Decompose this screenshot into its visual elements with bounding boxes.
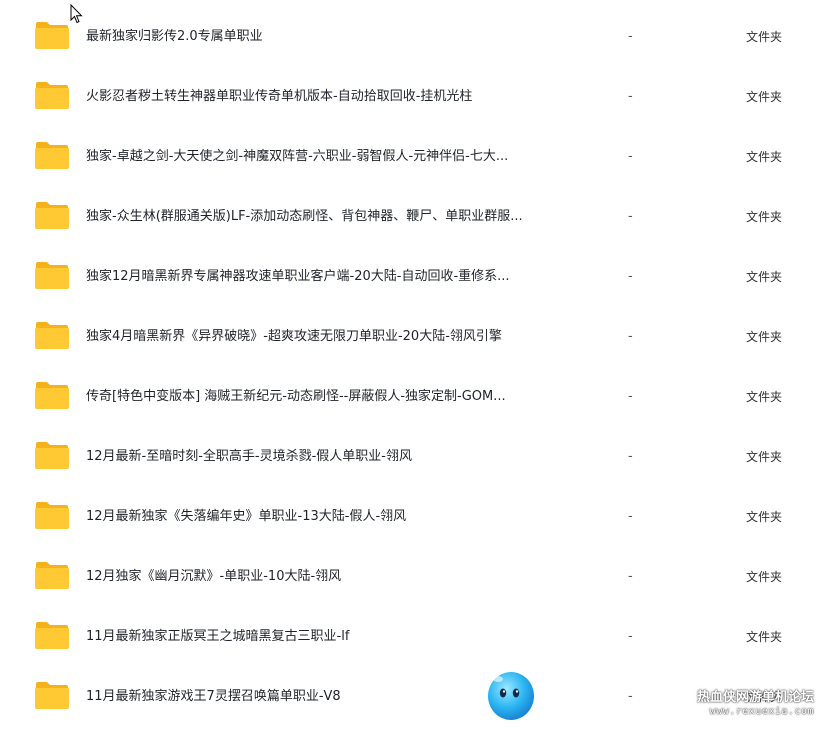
- table-row[interactable]: 11月最新独家正版冥王之城暗黑复古三职业-lf - 文件夹: [0, 608, 817, 668]
- file-name[interactable]: 独家-卓越之剑-大天使之剑-神魔双阵营-六职业-弱智假人-元神伴侣-七大...: [86, 148, 586, 166]
- file-type: 文件夹: [746, 270, 783, 284]
- table-row[interactable]: 最新独家归影传2.0专属单职业 - 文件夹: [0, 8, 817, 68]
- file-size: -: [628, 89, 633, 104]
- folder-icon: [35, 322, 69, 349]
- folder-icon: [35, 442, 69, 469]
- folder-icon: [35, 682, 69, 709]
- file-name[interactable]: 12月独家《幽月沉默》-单职业-10大陆-翎风: [86, 568, 586, 586]
- watermark: 热血侠网游单机论坛 www.rexuexia.com: [696, 690, 814, 718]
- mascot-icon: [483, 669, 539, 727]
- folder-icon: [35, 502, 69, 529]
- file-type: 文件夹: [746, 150, 783, 164]
- file-size: -: [628, 149, 633, 164]
- folder-icon: [35, 202, 69, 229]
- file-size: -: [628, 569, 633, 584]
- file-name[interactable]: 12月最新独家《失落编年史》单职业-13大陆-假人-翎风: [86, 508, 586, 526]
- folder-icon: [35, 142, 69, 169]
- table-row[interactable]: 独家-卓越之剑-大天使之剑-神魔双阵营-六职业-弱智假人-元神伴侣-七大... …: [0, 128, 817, 188]
- file-type: 文件夹: [746, 630, 783, 644]
- file-name[interactable]: 11月最新独家正版冥王之城暗黑复古三职业-lf: [86, 628, 586, 646]
- table-row[interactable]: 传奇[特色中变版本] 海贼王新纪元-动态刷怪--屏蔽假人-独家定制-GOM...…: [0, 368, 817, 428]
- file-size: -: [628, 29, 633, 44]
- file-type: 文件夹: [746, 30, 783, 44]
- file-size: -: [628, 329, 633, 344]
- file-size: -: [628, 629, 633, 644]
- file-type: 文件夹: [746, 210, 783, 224]
- table-row[interactable]: 独家12月暗黑新界专属神器攻速单职业客户端-20大陆-自动回收-重修系... -…: [0, 248, 817, 308]
- file-list: 最新独家归影传2.0专属单职业 - 文件夹 火影忍者秽土转生神器单职业传奇单机版…: [0, 8, 817, 728]
- file-size: -: [628, 269, 633, 284]
- table-row[interactable]: 12月最新独家《失落编年史》单职业-13大陆-假人-翎风 - 文件夹: [0, 488, 817, 548]
- file-size: -: [628, 449, 633, 464]
- table-row[interactable]: 独家-众生林(群服通关版)LF-添加动态刷怪、背包神器、鞭尸、单职业群服... …: [0, 188, 817, 248]
- file-size: -: [628, 509, 633, 524]
- folder-icon: [35, 562, 69, 589]
- file-name[interactable]: 独家4月暗黑新界《异界破晓》-超爽攻速无限刀单职业-20大陆-翎风引擎: [86, 328, 586, 346]
- file-name[interactable]: 最新独家归影传2.0专属单职业: [86, 28, 586, 46]
- folder-icon: [35, 382, 69, 409]
- file-name[interactable]: 传奇[特色中变版本] 海贼王新纪元-动态刷怪--屏蔽假人-独家定制-GOM...: [86, 388, 586, 406]
- table-row[interactable]: 11月最新独家游戏王7灵摆召唤篇单职业-V8 - 文件夹: [0, 668, 817, 728]
- file-size: -: [628, 209, 633, 224]
- mouse-pointer-icon: [70, 4, 83, 24]
- file-type: 文件夹: [746, 90, 783, 104]
- watermark-title: 热血侠网游单机论坛: [696, 690, 814, 705]
- folder-icon: [35, 22, 69, 49]
- file-name[interactable]: 独家12月暗黑新界专属神器攻速单职业客户端-20大陆-自动回收-重修系...: [86, 268, 586, 286]
- file-type: 文件夹: [746, 390, 783, 404]
- file-type: 文件夹: [746, 510, 783, 524]
- file-size: -: [628, 389, 633, 404]
- table-row[interactable]: 12月独家《幽月沉默》-单职业-10大陆-翎风 - 文件夹: [0, 548, 817, 608]
- table-row[interactable]: 火影忍者秽土转生神器单职业传奇单机版本-自动拾取回收-挂机光柱 - 文件夹: [0, 68, 817, 128]
- file-size: -: [628, 689, 633, 704]
- file-name[interactable]: 独家-众生林(群服通关版)LF-添加动态刷怪、背包神器、鞭尸、单职业群服...: [86, 208, 586, 226]
- file-name[interactable]: 12月最新-至暗时刻-全职高手-灵境杀戮-假人单职业-翎风: [86, 448, 586, 466]
- folder-icon: [35, 622, 69, 649]
- file-type: 文件夹: [746, 450, 783, 464]
- file-type: 文件夹: [746, 570, 783, 584]
- table-row[interactable]: 独家4月暗黑新界《异界破晓》-超爽攻速无限刀单职业-20大陆-翎风引擎 - 文件…: [0, 308, 817, 368]
- file-name[interactable]: 火影忍者秽土转生神器单职业传奇单机版本-自动拾取回收-挂机光柱: [86, 88, 586, 106]
- table-row[interactable]: 12月最新-至暗时刻-全职高手-灵境杀戮-假人单职业-翎风 - 文件夹: [0, 428, 817, 488]
- file-type: 文件夹: [746, 330, 783, 344]
- folder-icon: [35, 82, 69, 109]
- folder-icon: [35, 262, 69, 289]
- watermark-url: www.rexuexia.com: [709, 706, 814, 717]
